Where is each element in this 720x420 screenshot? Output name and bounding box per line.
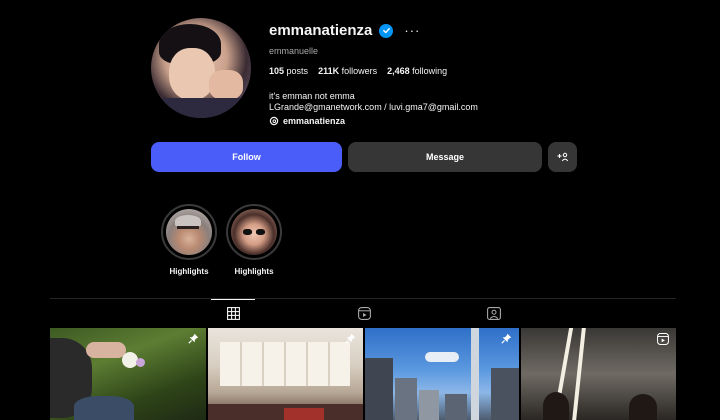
following-stat[interactable]: 2,468 following [387,66,447,76]
brim-shape [177,226,199,229]
post-thumbnail-1[interactable] [50,328,206,420]
bio-line-2: LGrande@gmanetwork.com / luvi.gma7@gmail… [269,102,478,112]
avatar-face [169,48,215,100]
pole-shape [471,328,479,420]
highlight-ring [226,204,282,260]
posts-stat: 105 posts [269,66,308,76]
window-blinds-shape [220,342,350,386]
more-options-icon[interactable]: ··· [404,24,420,37]
grid-icon [226,307,240,320]
profile-tabs [50,298,676,328]
post-thumbnail-3[interactable] [365,328,519,420]
posts-count: 105 [269,66,285,76]
profile-stats: 105 posts 211K followers 2,468 following [269,66,447,76]
profile-avatar[interactable] [151,18,251,118]
building-shape [445,394,467,420]
sunglasses-right [256,229,265,235]
username-row: emmanatienza ··· [269,22,420,39]
username: emmanatienza [269,22,373,39]
tab-posts[interactable] [211,299,255,327]
tagged-icon [487,307,501,320]
message-button[interactable]: Message [348,142,542,172]
highlight-2[interactable]: Highlights [226,204,282,276]
building-shape [419,390,439,420]
highlight-ring [161,204,217,260]
followers-label: followers [341,66,378,76]
pin-icon [345,333,356,344]
sunglasses-left [243,229,252,235]
full-name: emmanuelle [269,46,319,56]
threads-icon [269,116,279,126]
pin-icon [501,333,512,344]
followers-count: 211K [318,66,340,76]
bio-line-1: it's emman not emma [269,91,355,101]
highlight-thumbnail [231,209,277,255]
ceiling-light-shape [572,328,586,420]
verified-badge-icon [379,23,394,38]
highlight-label: Highlights [234,267,274,276]
building-shape [365,358,393,420]
avatar-shirt [151,98,251,118]
avatar-hand [209,70,243,100]
reels-icon [357,306,371,320]
hand-shape [86,342,126,358]
person-shape [543,392,569,420]
follow-button[interactable]: Follow [151,142,342,172]
tab-tagged[interactable] [472,299,516,327]
tab-reels[interactable] [342,299,386,327]
posts-label: posts [286,66,309,76]
threads-link[interactable]: emmanatienza [269,116,345,126]
followers-stat[interactable]: 211K followers [318,66,377,76]
following-label: following [412,66,448,76]
threads-handle: emmanatienza [283,116,346,126]
following-count: 2,468 [387,66,410,76]
cloud-shape [425,352,459,362]
post-thumbnail-4[interactable] [521,328,676,420]
painting-shape [284,408,324,420]
highlight-1[interactable]: Highlights [161,204,217,276]
denim-shape [74,396,134,420]
building-shape [491,368,519,420]
post-thumbnail-2[interactable] [208,328,363,420]
person-shape [629,394,657,420]
pin-icon [188,333,199,344]
add-person-icon [557,152,568,162]
highlight-label: Highlights [169,267,209,276]
building-shape [395,378,417,420]
suggested-accounts-button[interactable] [548,142,577,172]
flower-shape [136,358,145,367]
reel-icon [657,333,669,345]
highlight-thumbnail [166,209,212,255]
